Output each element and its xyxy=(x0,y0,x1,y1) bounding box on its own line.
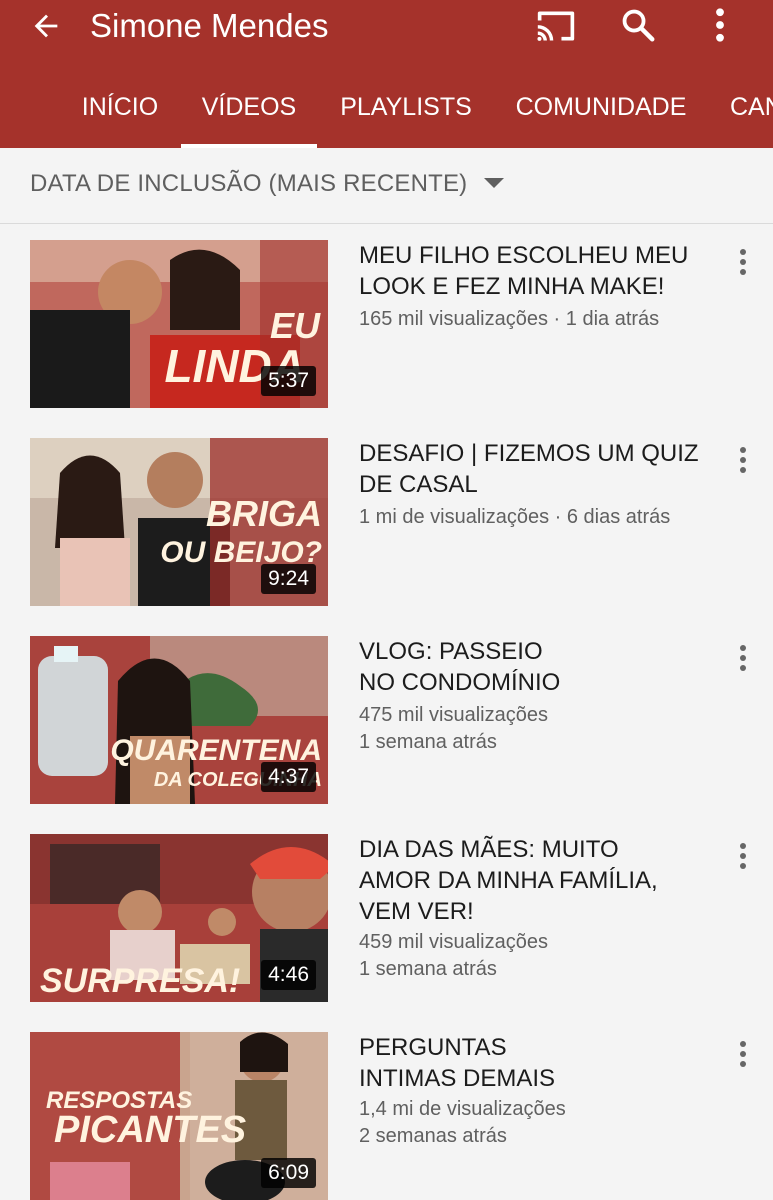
video-title-line: NO CONDOMÍNIO xyxy=(359,669,561,696)
dot xyxy=(740,467,746,473)
tab-canais[interactable]: CANAIS xyxy=(730,76,773,148)
dot xyxy=(740,1041,746,1047)
video-title[interactable]: DIA DAS MÃES: MUITO AMOR DA MINHA FAMÍLI… xyxy=(359,834,709,927)
upload-age: 1 semana atrás xyxy=(359,731,497,753)
sort-dropdown[interactable]: DATA DE INCLUSÃO (MAIS RECENTE) xyxy=(0,148,773,224)
video-title-line: VEM VER! xyxy=(359,898,474,925)
video-title[interactable]: VLOG: PASSEIO NO CONDOMÍNIO xyxy=(359,636,709,698)
video-title-line: PERGUNTAS xyxy=(359,1034,507,1061)
meta-separator: · xyxy=(549,506,567,528)
dropdown-arrow-icon xyxy=(484,178,504,188)
video-more-button[interactable] xyxy=(726,638,760,678)
video-title-line: INTIMAS DEMAIS xyxy=(359,1065,556,1092)
view-count: 165 mil visualizações xyxy=(359,308,548,330)
channel-tabs: INÍCIO VÍDEOS PLAYLISTS COMUNIDADE CANAI… xyxy=(0,76,773,148)
dot xyxy=(740,259,746,265)
search-icon xyxy=(622,9,655,42)
video-title-line: LOOK E FEZ MINHA MAKE! xyxy=(359,273,665,300)
video-duration: 5:37 xyxy=(261,366,316,396)
video-item[interactable]: BRIGA OU BEIJO? 9:24 DESAFIO | FIZEMOS U… xyxy=(0,438,773,608)
video-title-line: DE CASAL xyxy=(359,471,478,498)
dot xyxy=(740,269,746,275)
video-thumbnail[interactable]: SURPRESA! 4:46 xyxy=(30,834,328,1002)
video-duration: 9:24 xyxy=(261,564,316,594)
view-count: 475 mil visualizações xyxy=(359,704,548,726)
dot xyxy=(740,1061,746,1067)
search-button[interactable] xyxy=(614,4,662,46)
video-title[interactable]: DESAFIO | FIZEMOS UM QUIZ DE CASAL xyxy=(359,438,709,500)
dot xyxy=(740,1051,746,1057)
video-duration: 4:37 xyxy=(261,762,316,792)
dot xyxy=(740,645,746,651)
dot xyxy=(740,249,746,255)
video-meta: 165 mil visualizações · 1 dia atrás xyxy=(359,306,719,333)
app-bar: Simone Mendes INÍCIO VÍDEOS PLAYLISTS CO… xyxy=(0,0,773,148)
video-meta: 475 mil visualizações 1 semana atrás xyxy=(359,702,719,756)
dot xyxy=(740,457,746,463)
video-thumbnail[interactable]: EU LINDA 5:37 xyxy=(30,240,328,408)
dot xyxy=(740,665,746,671)
video-title[interactable]: MEU FILHO ESCOLHEU MEU LOOK E FEZ MINHA … xyxy=(359,240,709,302)
video-thumbnail[interactable]: BRIGA OU BEIJO? 9:24 xyxy=(30,438,328,606)
video-title-line: DIA DAS MÃES: MUITO xyxy=(359,836,619,863)
view-count: 1,4 mi de visualizações xyxy=(359,1098,566,1120)
upload-age: 1 dia atrás xyxy=(565,308,660,330)
video-title-line: DESAFIO | FIZEMOS UM QUIZ xyxy=(359,440,699,467)
dot xyxy=(740,853,746,859)
arrow-back-icon xyxy=(34,14,58,38)
video-item[interactable]: QUARENTENA DA COLEGUINHA 4:37 VLOG: PASS… xyxy=(0,636,773,806)
upload-age: 1 semana atrás xyxy=(359,958,497,980)
video-title-line: VLOG: PASSEIO xyxy=(359,638,543,665)
upload-age: 2 semanas atrás xyxy=(359,1125,507,1147)
video-title[interactable]: PERGUNTAS INTIMAS DEMAIS xyxy=(359,1032,709,1094)
more-options-button[interactable] xyxy=(700,4,740,46)
dot xyxy=(740,843,746,849)
video-meta: 1,4 mi de visualizações 2 semanas atrás xyxy=(359,1096,719,1150)
video-duration: 4:46 xyxy=(261,960,316,990)
video-thumbnail[interactable]: RESPOSTAS PICANTES 6:09 xyxy=(30,1032,328,1200)
dot xyxy=(740,447,746,453)
cast-button[interactable] xyxy=(532,6,580,46)
video-thumbnail[interactable]: QUARENTENA DA COLEGUINHA 4:37 xyxy=(30,636,328,804)
view-count: 459 mil visualizações xyxy=(359,931,548,953)
tab-videos[interactable]: VÍDEOS xyxy=(181,76,317,148)
cast-icon xyxy=(537,11,575,41)
view-count: 1 mi de visualizações xyxy=(359,506,550,528)
sort-label: DATA DE INCLUSÃO (MAIS RECENTE) xyxy=(30,170,468,197)
video-meta: 1 mi de visualizações · 6 dias atrás xyxy=(359,504,719,531)
thumbnail-caption-1: SURPRESA! xyxy=(40,962,240,1000)
video-duration: 6:09 xyxy=(261,1158,316,1188)
video-more-button[interactable] xyxy=(726,440,760,480)
back-button[interactable] xyxy=(22,8,70,44)
more-vert-icon xyxy=(716,8,724,42)
video-title-line: MEU FILHO ESCOLHEU MEU xyxy=(359,242,689,269)
tab-comunidade[interactable]: COMUNIDADE xyxy=(508,76,694,148)
video-item[interactable]: RESPOSTAS PICANTES 6:09 PERGUNTAS INTIMA… xyxy=(0,1032,773,1200)
meta-separator: · xyxy=(547,308,566,330)
thumbnail-caption-1: BRIGA xyxy=(206,493,322,534)
video-title-line: AMOR DA MINHA FAMÍLIA, xyxy=(359,867,658,894)
dot xyxy=(740,655,746,661)
video-more-button[interactable] xyxy=(726,836,760,876)
channel-title: Simone Mendes xyxy=(90,7,329,44)
video-item[interactable]: SURPRESA! 4:46 DIA DAS MÃES: MUITO AMOR … xyxy=(0,834,773,1004)
tab-inicio[interactable]: INÍCIO xyxy=(72,76,168,148)
dot xyxy=(740,863,746,869)
tab-playlists[interactable]: PLAYLISTS xyxy=(332,76,480,148)
thumbnail-caption-2: PICANTES xyxy=(54,1109,246,1151)
upload-age: 6 dias atrás xyxy=(566,506,671,528)
video-meta: 459 mil visualizações 1 semana atrás xyxy=(359,929,719,983)
video-item[interactable]: EU LINDA 5:37 MEU FILHO ESCOLHEU MEU LOO… xyxy=(0,240,773,410)
video-more-button[interactable] xyxy=(726,1034,760,1074)
video-more-button[interactable] xyxy=(726,242,760,282)
